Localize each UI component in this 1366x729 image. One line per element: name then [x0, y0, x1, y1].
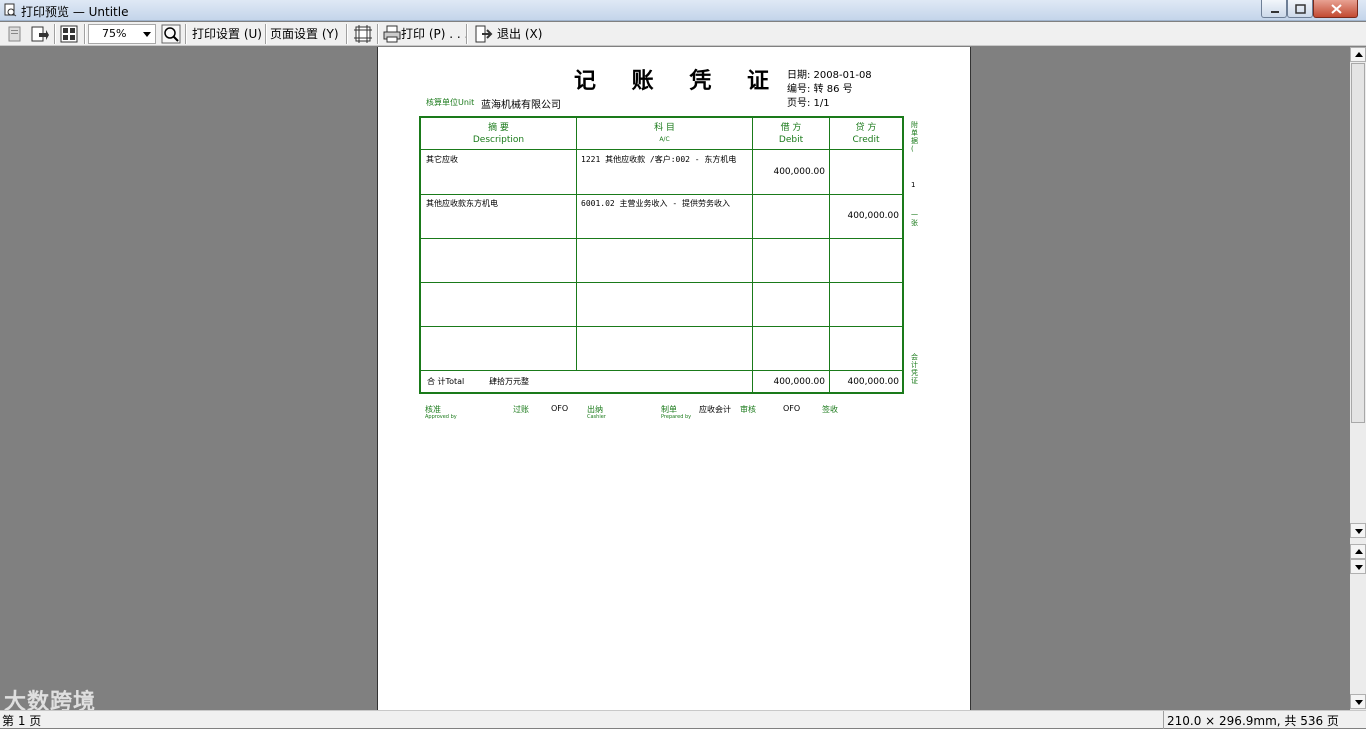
window-title: 打印预览 — Untitle	[21, 5, 129, 19]
scroll-bottom-button[interactable]	[1350, 694, 1366, 709]
arrow-down-icon	[1355, 565, 1363, 570]
arrow-up-icon	[1355, 549, 1363, 554]
header-summary: 摘 要 Description	[472, 123, 525, 145]
footer-reviewed: 审核	[740, 405, 756, 414]
toolbar-separator	[346, 24, 348, 44]
column-divider	[576, 118, 577, 370]
print-button[interactable]: 打印 (P) . . .	[401, 24, 468, 44]
page-setup-icon[interactable]	[5, 24, 25, 44]
restore-icon	[1295, 4, 1306, 14]
row-divider	[421, 370, 902, 371]
status-page: 第 1 页	[2, 714, 42, 728]
arrow-down-icon	[1355, 700, 1363, 705]
footer-posted: 过账	[513, 405, 529, 414]
exit-button[interactable]: 退出 (X)	[497, 24, 542, 44]
attachments-unit: 一张	[911, 211, 918, 227]
row-account: 1221 其他应收款 /客户:002 - 东方机电	[581, 155, 737, 164]
preview-background-left	[0, 47, 376, 710]
header-account: 科 目 A/C	[654, 123, 675, 143]
unit-label: 核算单位Unit	[426, 98, 475, 107]
footer-cashier: 出纳 Cashier	[587, 405, 606, 420]
status-paper-size: 210.0 × 296.9mm, 共 536 页	[1163, 711, 1366, 729]
zoom-value: 75%	[102, 27, 127, 40]
page-up-button[interactable]	[1350, 544, 1366, 559]
vertical-scrollbar[interactable]	[1350, 47, 1366, 710]
total-credit: 400,000.00	[847, 377, 899, 387]
total-label: 合 计Total	[427, 377, 465, 386]
row-divider	[421, 326, 902, 327]
row-summary: 其他应收款东方机电	[426, 199, 498, 208]
multi-page-icon[interactable]	[59, 24, 79, 44]
voucher-date: 日期: 2008-01-08	[787, 70, 872, 81]
scroll-thumb[interactable]	[1351, 63, 1365, 423]
footer-reviewed-value: OFO	[783, 404, 801, 413]
total-in-words: 肆拾万元整	[489, 377, 529, 386]
row-divider	[421, 194, 902, 195]
minimize-button[interactable]	[1261, 0, 1287, 18]
footer-posted-value: OFO	[551, 404, 569, 413]
row-summary: 其它应收	[426, 155, 458, 164]
column-divider	[829, 118, 830, 392]
maximize-button[interactable]	[1287, 0, 1313, 18]
printer-icon[interactable]	[382, 24, 402, 44]
chevron-down-icon	[143, 32, 151, 37]
exit-icon[interactable]	[473, 24, 493, 44]
row-divider	[421, 282, 902, 283]
close-icon	[1331, 4, 1342, 14]
export-icon[interactable]	[29, 24, 49, 44]
toolbar-separator	[54, 24, 56, 44]
toolbar-separator	[377, 24, 379, 44]
toolbar-separator	[84, 24, 86, 44]
zoom-select[interactable]: 75%	[88, 24, 156, 44]
voucher-table: 摘 要 Description 科 目 A/C 借 方 Debit 贷 方 Cr…	[419, 116, 904, 394]
row-divider	[421, 238, 902, 239]
total-debit: 400,000.00	[773, 377, 825, 387]
preview-background-right	[972, 47, 1350, 710]
voucher-page: 页号: 1/1	[787, 98, 830, 109]
title-bar: 打印预览 — Untitle	[0, 0, 1366, 21]
preview-page: 记 账 凭 证 日期: 2008-01-08 编号: 转 86 号 页号: 1/…	[377, 47, 971, 710]
close-button[interactable]	[1313, 0, 1358, 18]
footer-prepared: 制单 Prepared by	[661, 405, 692, 420]
voucher-number: 编号: 转 86 号	[787, 84, 853, 95]
attachments-count: 1	[911, 181, 916, 189]
row-credit: 400,000.00	[847, 211, 899, 221]
row-debit: 400,000.00	[773, 167, 825, 177]
footer-approved: 核准 Approved by	[425, 405, 457, 420]
toolbar-separator	[466, 24, 468, 44]
header-debit: 借 方 Debit	[778, 123, 804, 145]
row-account: 6001.02 主营业务收入 - 提供劳务收入	[581, 199, 730, 208]
voucher-side-label: 会计凭证	[911, 353, 918, 385]
scroll-up-button[interactable]	[1350, 47, 1366, 62]
toolbar-separator	[185, 24, 187, 44]
row-divider	[421, 149, 902, 150]
zoom-magnifier-icon[interactable]	[161, 24, 181, 44]
unit-value: 蓝海机械有限公司	[481, 100, 561, 111]
toolbar-separator	[265, 24, 267, 44]
toolbar: 75% 打印设置 (U) 页面设置 (Y) 打印 (P) . . . 退出 (X…	[0, 22, 1366, 46]
arrow-down-icon	[1355, 529, 1363, 534]
status-bar: 第 1 页 210.0 × 296.9mm, 共 536 页	[0, 710, 1366, 729]
header-credit: 贷 方 Credit	[852, 123, 880, 145]
print-preview-icon	[4, 3, 17, 17]
minimize-icon	[1271, 11, 1279, 13]
page-setup-button[interactable]: 页面设置 (Y)	[270, 24, 339, 44]
arrow-up-icon	[1355, 52, 1363, 57]
page-down-button[interactable]	[1350, 559, 1366, 574]
column-divider	[752, 118, 753, 392]
print-setup-button[interactable]: 打印设置 (U)	[192, 24, 262, 44]
footer-prepared-value: 应收会计	[699, 405, 731, 414]
scroll-down-button[interactable]	[1350, 523, 1366, 538]
attachments-label: 附单据(	[911, 121, 918, 153]
margins-icon[interactable]	[353, 24, 373, 44]
footer-signed: 签收	[822, 405, 838, 414]
voucher-title: 记 账 凭 证	[574, 68, 783, 94]
